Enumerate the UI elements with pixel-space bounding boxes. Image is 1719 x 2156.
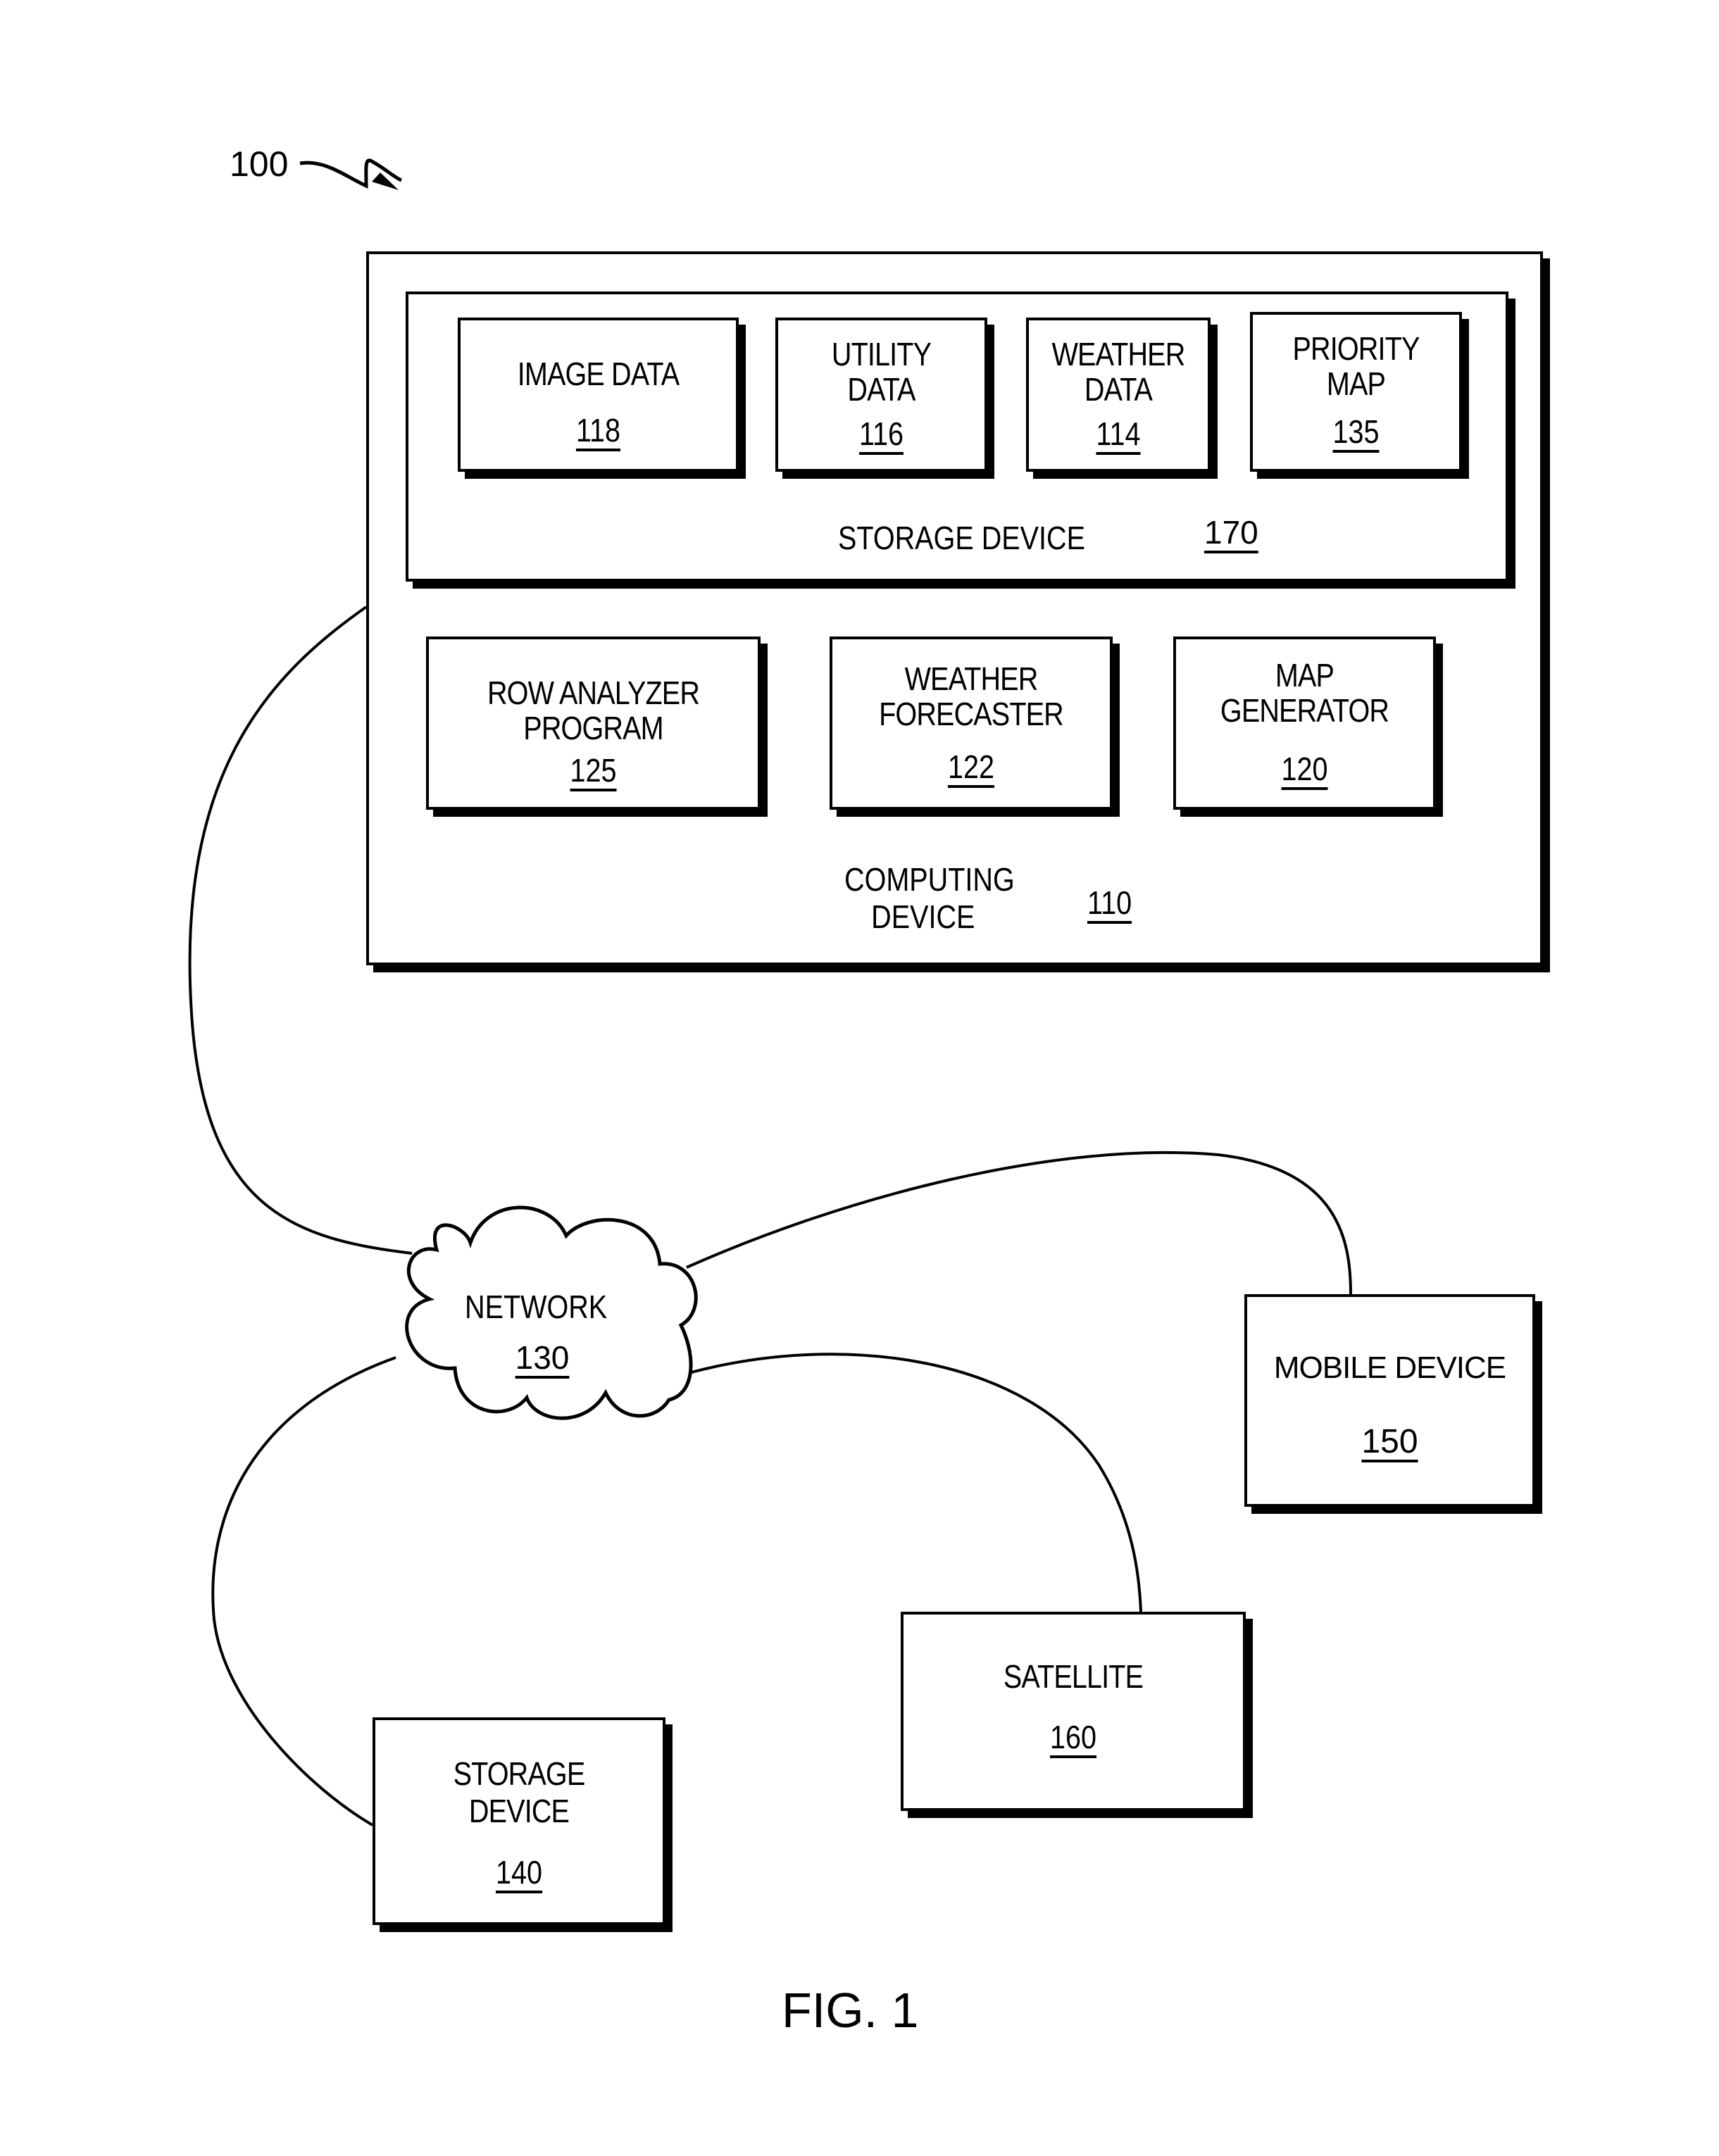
figure-caption: FIG. 1 <box>782 1983 919 2038</box>
row-analyzer-label-line1: ROW ANALYZER <box>487 675 700 711</box>
storage-device-internal-number: 170 <box>1204 514 1258 551</box>
storage-device-internal-label: STORAGE DEVICE <box>838 520 1086 556</box>
wire-network-storage <box>211 1356 396 1826</box>
map-generator-label-line2: GENERATOR <box>1220 692 1389 729</box>
weather-data-number: 114 <box>1096 415 1141 452</box>
map-generator-box[interactable]: MAP GENERATOR 120 <box>1173 637 1436 810</box>
computing-device-label-line1: COMPUTING <box>844 861 1015 898</box>
map-generator-number: 120 <box>1281 751 1328 787</box>
mobile-device-number: 150 <box>1361 1423 1418 1460</box>
wire-network-mobile <box>686 1151 1352 1295</box>
utility-data-box[interactable]: UTILITY DATA 116 <box>775 318 987 472</box>
row-analyzer-number: 125 <box>570 752 617 789</box>
satellite-number: 160 <box>1049 1719 1097 1755</box>
row-analyzer-program-box[interactable]: ROW ANALYZER PROGRAM 125 <box>426 637 761 810</box>
storage-device-external-box[interactable]: STORAGE DEVICE 140 <box>373 1717 665 1925</box>
network-label: NETWORK <box>465 1289 608 1325</box>
utility-data-label-line2: DATA <box>847 371 915 408</box>
storage-device-external-label-line1: STORAGE <box>453 1755 586 1792</box>
weather-forecaster-box[interactable]: WEATHER FORECASTER 122 <box>830 637 1113 810</box>
weather-forecaster-label-line2: FORECASTER <box>879 696 1064 732</box>
image-data-box[interactable]: IMAGE DATA 118 <box>458 318 739 472</box>
weather-data-label-line2: DATA <box>1084 371 1153 408</box>
weather-data-box[interactable]: WEATHER DATA 114 <box>1026 318 1211 472</box>
mobile-device-box[interactable]: MOBILE DEVICE 150 <box>1244 1294 1535 1507</box>
weather-data-label-line1: WEATHER <box>1051 336 1186 372</box>
storage-device-internal-box[interactable]: IMAGE DATA 118 UTILITY DATA 116 WEATHER … <box>406 292 1508 582</box>
computing-device-box[interactable]: IMAGE DATA 118 UTILITY DATA 116 WEATHER … <box>366 251 1543 965</box>
weather-forecaster-label-line1: WEATHER <box>904 660 1039 697</box>
priority-map-box[interactable]: PRIORITY MAP 135 <box>1250 312 1462 472</box>
utility-data-number: 116 <box>858 415 904 452</box>
network-number: 130 <box>515 1339 570 1376</box>
storage-device-external-label-line2: DEVICE <box>468 1793 570 1829</box>
utility-data-label-line1: UTILITY <box>831 336 932 372</box>
storage-device-external-number: 140 <box>495 1854 543 1891</box>
mobile-device-label: MOBILE DEVICE <box>1273 1350 1506 1385</box>
computing-device-label-line2: DEVICE <box>871 898 975 935</box>
priority-map-number: 135 <box>1332 413 1380 450</box>
weather-forecaster-number: 122 <box>947 748 995 785</box>
satellite-box[interactable]: SATELLITE 160 <box>901 1612 1246 1811</box>
image-data-label: IMAGE DATA <box>517 356 680 392</box>
wire-network-satellite <box>688 1353 1142 1612</box>
priority-map-label-line2: MAP <box>1326 365 1386 402</box>
computing-device-number: 110 <box>1087 884 1132 921</box>
priority-map-label-line1: PRIORITY <box>1292 330 1420 367</box>
row-analyzer-label-line2: PROGRAM <box>523 710 663 746</box>
satellite-label: SATELLITE <box>1003 1658 1144 1695</box>
map-generator-label-line1: MAP <box>1275 657 1334 694</box>
figure-reference-number: 100 <box>230 144 289 184</box>
image-data-number: 118 <box>575 412 621 449</box>
